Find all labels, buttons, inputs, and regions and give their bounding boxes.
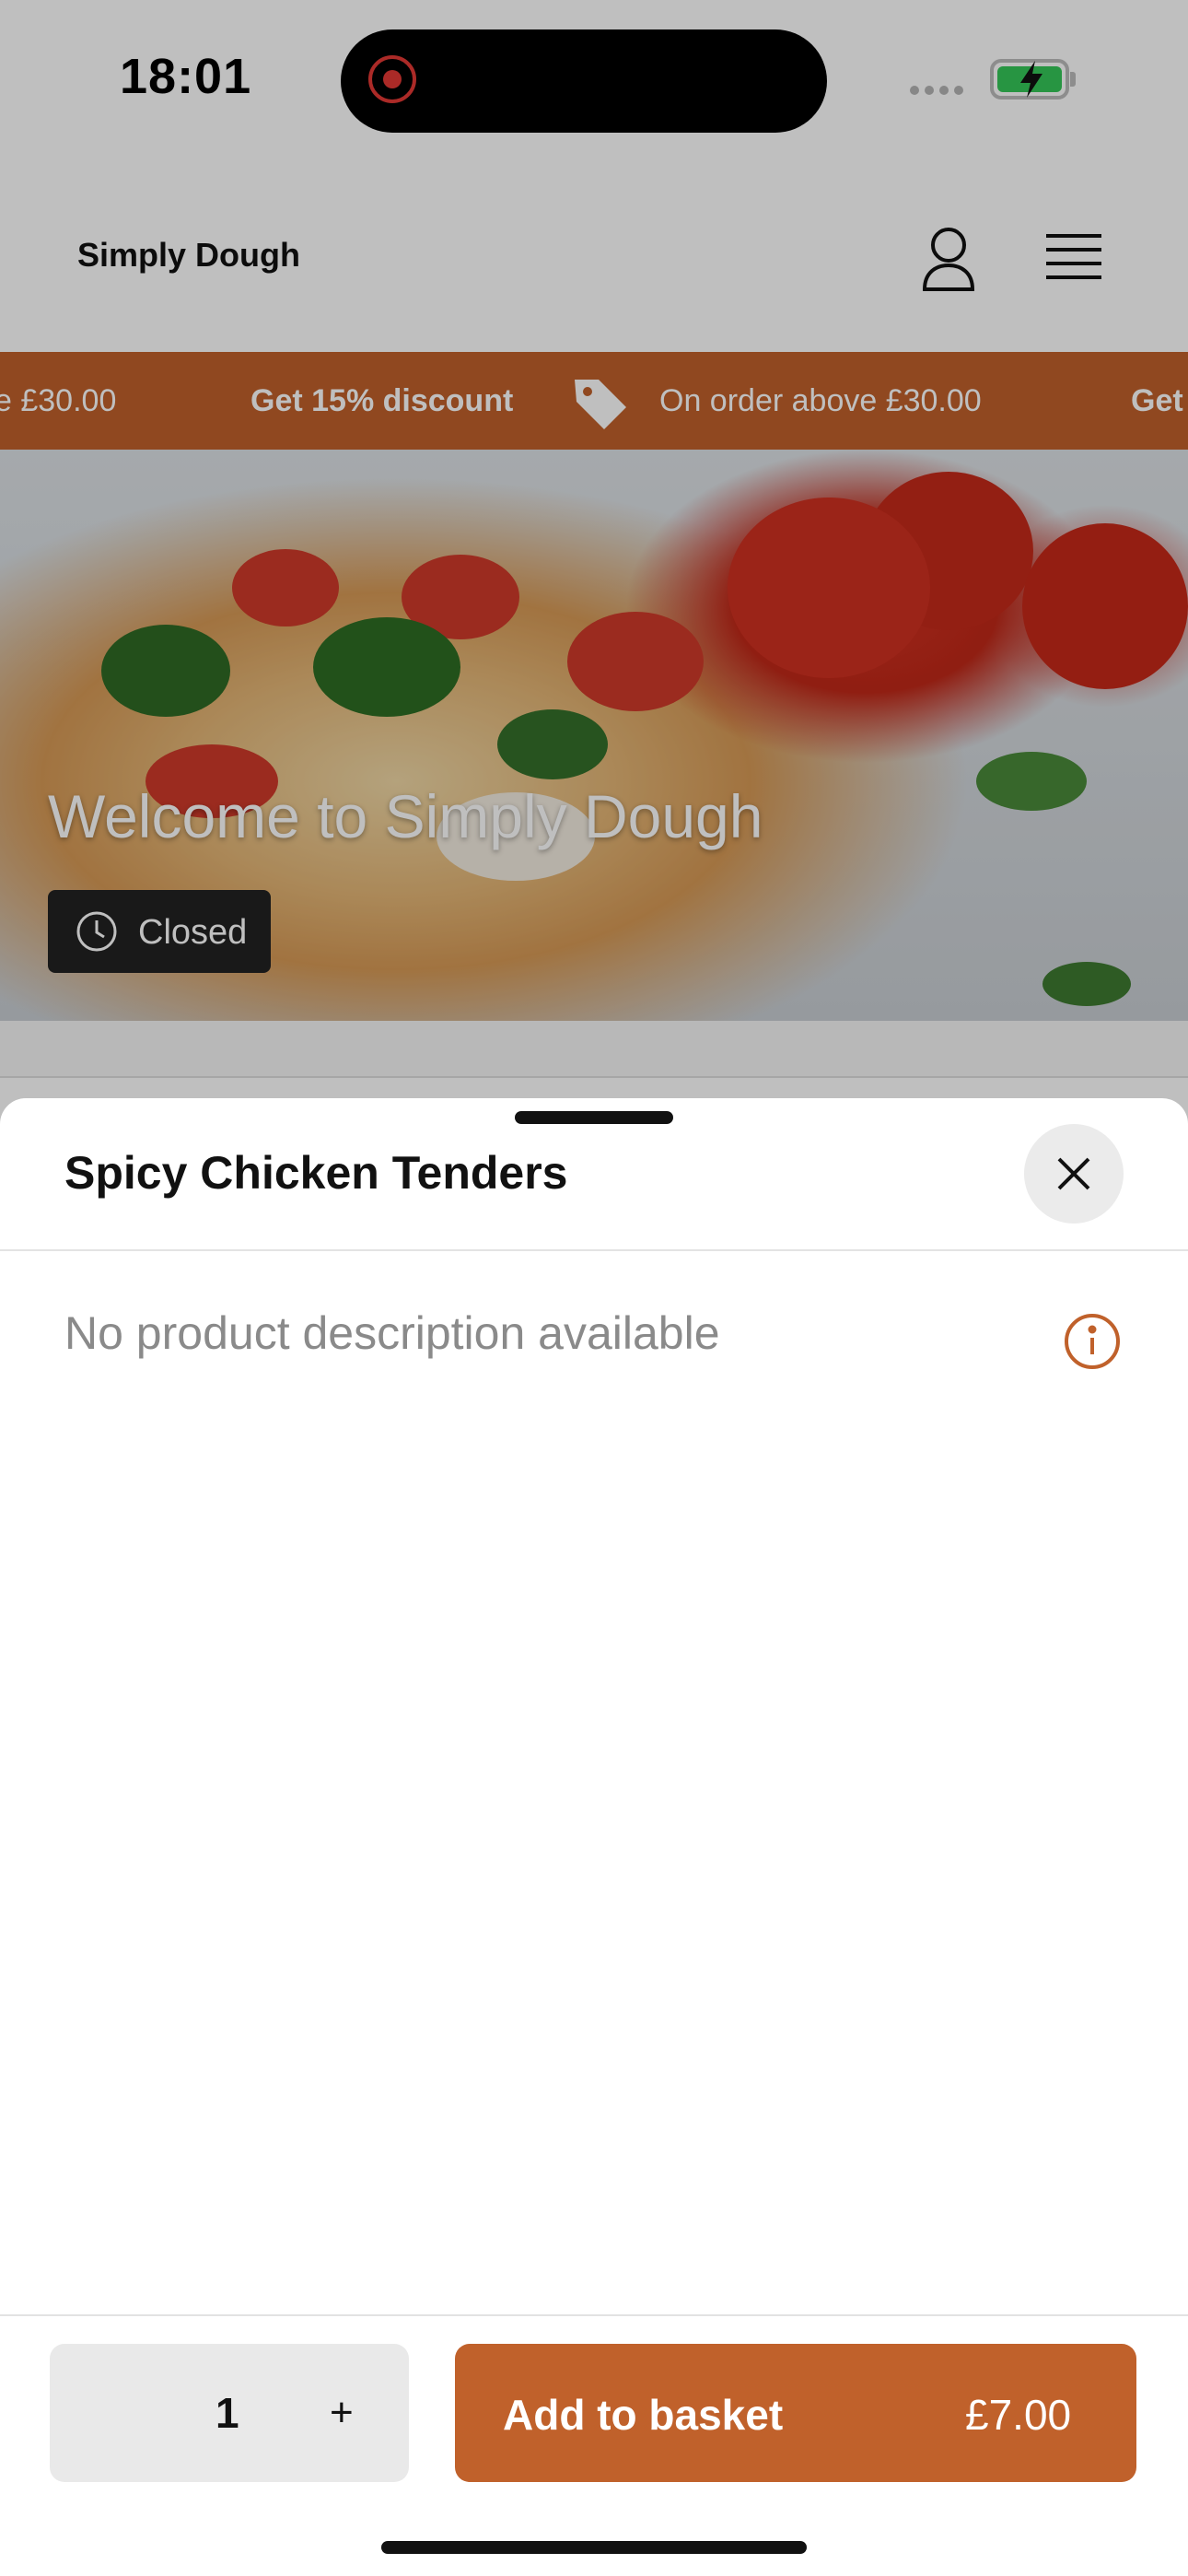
quantity-plus-button[interactable]: + xyxy=(330,2390,354,2436)
close-button[interactable] xyxy=(1024,1124,1124,1224)
quantity-value: 1 xyxy=(215,2389,239,2437)
sheet-grabber[interactable] xyxy=(515,1111,673,1124)
add-to-basket-label: Add to basket xyxy=(503,2391,784,2439)
divider xyxy=(0,1249,1188,1251)
footer-divider xyxy=(0,2314,1188,2316)
home-indicator xyxy=(381,2541,807,2554)
price-label: £7.00 xyxy=(965,2391,1072,2439)
product-description: No product description available xyxy=(64,1307,720,1359)
product-title: Spicy Chicken Tenders xyxy=(64,1147,568,1199)
info-icon[interactable] xyxy=(1063,1312,1122,1376)
close-icon xyxy=(1057,1157,1090,1190)
